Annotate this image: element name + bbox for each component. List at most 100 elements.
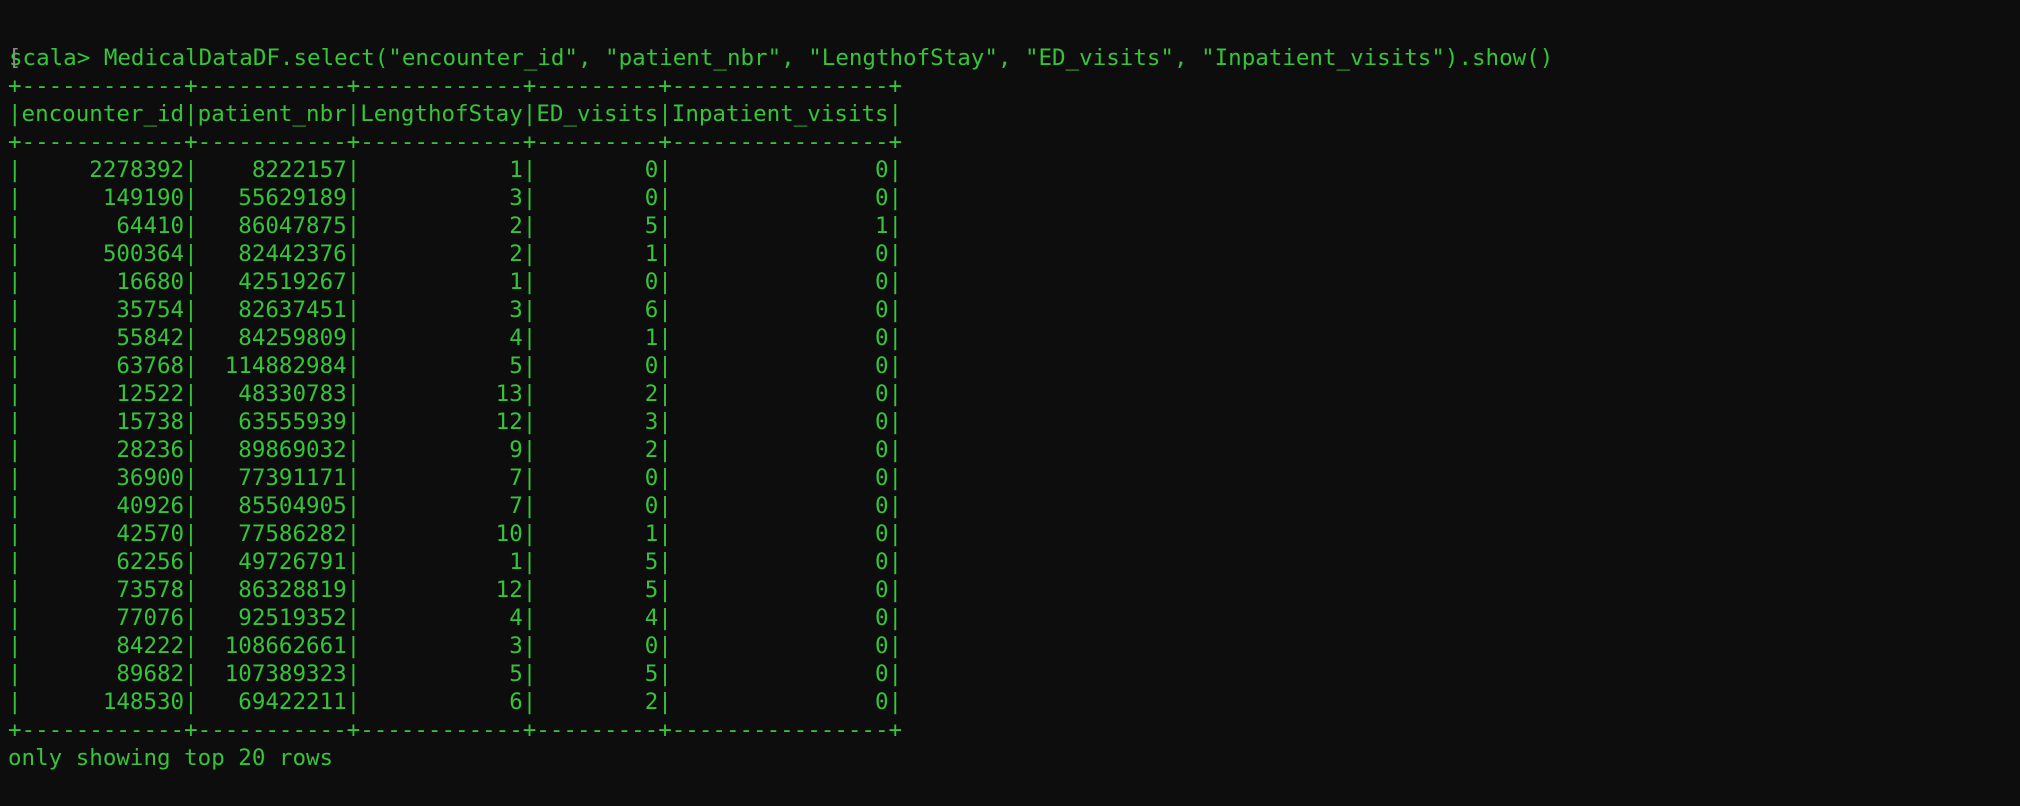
table-row: | 36900| 77391171| 7| 0| 0| <box>8 465 903 491</box>
column-header-patient-nbr: patient_nbr <box>197 101 347 127</box>
table-cell: 0 <box>536 493 659 519</box>
table-cell: 2 <box>536 381 659 407</box>
table-cell: 0 <box>671 353 889 379</box>
table-cell: 86328819 <box>197 577 347 603</box>
table-cell: 82637451 <box>197 297 347 323</box>
table-cell: 12 <box>360 409 523 435</box>
table-row: | 62256| 49726791| 1| 5| 0| <box>8 549 903 575</box>
table-cell: 48330783 <box>197 381 347 407</box>
table-cell: 4 <box>536 605 659 631</box>
table-border: +------------+-----------+------------+-… <box>8 129 903 155</box>
command-line: [scala> MedicalDataDF.select("encounter_… <box>8 44 2020 72</box>
table-cell: 0 <box>671 269 889 295</box>
table-cell: 16680 <box>21 269 185 295</box>
table-cell: 55842 <box>21 325 185 351</box>
table-row: | 28236| 89869032| 9| 2| 0| <box>8 437 903 463</box>
table-border: +------------+-----------+------------+-… <box>8 73 903 99</box>
table-cell: 77391171 <box>197 465 347 491</box>
table-cell: 0 <box>536 465 659 491</box>
table-row: | 73578| 86328819| 12| 5| 0| <box>8 577 903 603</box>
table-row: | 12522| 48330783| 13| 2| 0| <box>8 381 903 407</box>
table-cell: 10 <box>360 521 523 547</box>
table-row: | 35754| 82637451| 3| 6| 0| <box>8 297 903 323</box>
table-cell: 0 <box>536 185 659 211</box>
table-cell: 0 <box>671 157 889 183</box>
table-cell: 64410 <box>21 213 185 239</box>
table-cell: 1 <box>360 157 523 183</box>
table-row: | 2278392| 8222157| 1| 0| 0| <box>8 157 903 183</box>
table-cell: 2278392 <box>21 157 185 183</box>
table-header-row: |encounter_id|patient_nbr|LengthofStay|E… <box>8 101 903 127</box>
table-cell: 3 <box>360 633 523 659</box>
table-cell: 73578 <box>21 577 185 603</box>
table-cell: 0 <box>671 521 889 547</box>
table-cell: 0 <box>536 353 659 379</box>
footer-message: only showing top 20 rows <box>8 745 334 771</box>
table-cell: 82442376 <box>197 241 347 267</box>
table-cell: 0 <box>671 689 889 715</box>
table-cell: 0 <box>536 157 659 183</box>
table-cell: 2 <box>360 241 523 267</box>
table-cell: 0 <box>671 409 889 435</box>
table-cell: 149190 <box>21 185 185 211</box>
table-cell: 5 <box>536 213 659 239</box>
column-header-lengthofstay: LengthofStay <box>360 101 523 127</box>
table-cell: 5 <box>536 661 659 687</box>
table-cell: 0 <box>671 325 889 351</box>
column-header-encounter-id: encounter_id <box>21 101 185 127</box>
table-cell: 4 <box>360 605 523 631</box>
table-cell: 0 <box>671 437 889 463</box>
table-cell: 2 <box>536 689 659 715</box>
table-cell: 35754 <box>21 297 185 323</box>
table-cell: 1 <box>671 213 889 239</box>
table-cell: 86047875 <box>197 213 347 239</box>
table-cell: 1 <box>536 325 659 351</box>
table-cell: 28236 <box>21 437 185 463</box>
table-cell: 5 <box>360 353 523 379</box>
terminal-window[interactable]: [scala> MedicalDataDF.select("encounter_… <box>0 0 2020 806</box>
table-cell: 3 <box>536 409 659 435</box>
dataframe-output: +------------+-----------+------------+-… <box>8 72 2020 744</box>
table-row: | 500364| 82442376| 2| 1| 0| <box>8 241 903 267</box>
table-cell: 114882984 <box>197 353 347 379</box>
table-cell: 9 <box>360 437 523 463</box>
command-text: MedicalDataDF.select("encounter_id", "pa… <box>103 45 1554 71</box>
table-cell: 84222 <box>21 633 185 659</box>
table-cell: 49726791 <box>197 549 347 575</box>
table-cell: 107389323 <box>197 661 347 687</box>
table-cell: 92519352 <box>197 605 347 631</box>
table-row: | 148530| 69422211| 6| 2| 0| <box>8 689 903 715</box>
table-cell: 0 <box>536 633 659 659</box>
table-cell: 0 <box>671 241 889 267</box>
table-cell: 5 <box>536 577 659 603</box>
table-row: | 15738| 63555939| 12| 3| 0| <box>8 409 903 435</box>
table-row: | 84222| 108662661| 3| 0| 0| <box>8 633 903 659</box>
table-cell: 0 <box>671 297 889 323</box>
table-cell: 0 <box>671 605 889 631</box>
table-row: | 64410| 86047875| 2| 5| 1| <box>8 213 903 239</box>
table-cell: 1 <box>536 521 659 547</box>
table-cell: 7 <box>360 493 523 519</box>
table-cell: 6 <box>536 297 659 323</box>
table-cell: 0 <box>671 577 889 603</box>
table-cell: 15738 <box>21 409 185 435</box>
table-cell: 1 <box>360 549 523 575</box>
table-row: | 55842| 84259809| 4| 1| 0| <box>8 325 903 351</box>
table-cell: 3 <box>360 297 523 323</box>
table-cell: 5 <box>360 661 523 687</box>
table-cell: 148530 <box>21 689 185 715</box>
table-cell: 85504905 <box>197 493 347 519</box>
bracket-marker: [ <box>8 45 22 71</box>
table-row: | 89682| 107389323| 5| 5| 0| <box>8 661 903 687</box>
table-cell: 1 <box>536 241 659 267</box>
table-cell: 69422211 <box>197 689 347 715</box>
table-cell: 63768 <box>21 353 185 379</box>
table-row: | 42570| 77586282| 10| 1| 0| <box>8 521 903 547</box>
table-row: | 149190| 55629189| 3| 0| 0| <box>8 185 903 211</box>
table-cell: 0 <box>671 381 889 407</box>
table-cell: 0 <box>671 633 889 659</box>
table-cell: 0 <box>671 549 889 575</box>
table-cell: 0 <box>671 185 889 211</box>
table-cell: 108662661 <box>197 633 347 659</box>
table-cell: 500364 <box>21 241 185 267</box>
